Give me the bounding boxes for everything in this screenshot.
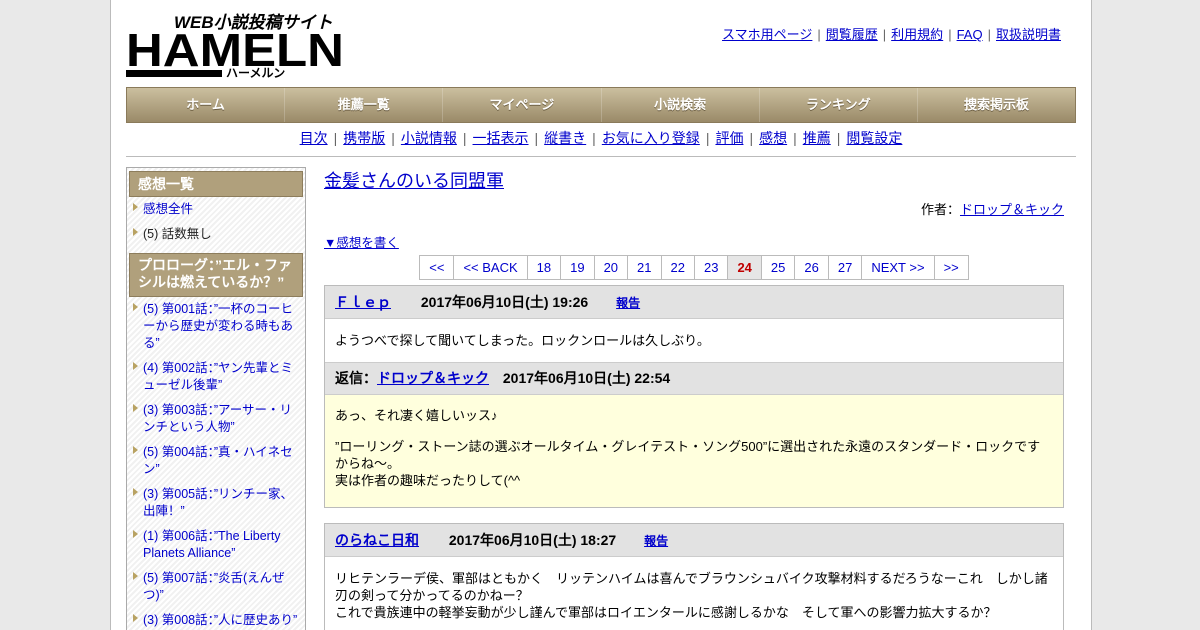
nav-ranking[interactable]: ランキング <box>759 88 918 122</box>
subnav-settings[interactable]: 閲覧設定 <box>846 130 902 146</box>
bullet-icon <box>133 614 138 622</box>
reply-body: あっ、それ凄く嬉しいッス♪ ”ローリング・ストーン誌の選ぶオールタイム・グレイテ… <box>325 395 1063 507</box>
bullet-icon <box>133 404 138 412</box>
page-current: 24 <box>728 255 762 280</box>
nav-recommend[interactable]: 推薦一覧 <box>285 88 444 122</box>
main-content: 金髪さんのいる同盟軍 作者：ドロップ＆キック ▼感想を書く << << BACK… <box>324 167 1064 630</box>
page-number[interactable]: 19 <box>561 255 595 280</box>
subnav-comments[interactable]: 感想 <box>759 130 787 146</box>
reply-author-link[interactable]: ドロップ＆キック <box>377 370 489 386</box>
sidebar-chapter[interactable]: (5) 第004話：”真・ハイネセン” <box>127 440 305 482</box>
nav-board[interactable]: 捜索掲示板 <box>917 88 1076 122</box>
bullet-icon <box>133 572 138 580</box>
nav-home[interactable]: ホーム <box>127 88 286 122</box>
author-line: 作者：ドロップ＆キック <box>920 202 1064 217</box>
link-terms[interactable]: 利用規約 <box>891 27 943 42</box>
commenter-name[interactable]: Ｆｌｅｐ <box>335 294 391 310</box>
page-number[interactable]: 23 <box>694 255 729 280</box>
sidebar-chapter[interactable]: (5) 第007話：”炎舌(えんぜつ)” <box>127 566 305 608</box>
comment-header: Ｆｌｅｐ 2017年06月10日(土) 19:26 報告 <box>325 286 1063 319</box>
subnav-info[interactable]: 小説情報 <box>401 130 457 146</box>
report-link[interactable]: 報告 <box>616 296 640 310</box>
author-link[interactable]: ドロップ＆キック <box>960 202 1064 217</box>
comment-body: リヒテンラーデ侯、軍部はともかく リッテンハイムは喜んでブラウンシュバイク攻撃材… <box>335 571 1048 620</box>
sidebar-heading: 感想一覧 <box>129 171 303 197</box>
main-nav: ホーム 推薦一覧 マイページ 小説検索 ランキング 捜索掲示板 <box>126 87 1076 123</box>
comment-card: のらねこ日和 2017年06月10日(土) 18:27 報告 リヒテンラーデ侯、… <box>324 523 1064 630</box>
bullet-icon <box>133 488 138 496</box>
comment-date: 2017年06月10日(土) 19:26 <box>420 294 589 310</box>
page-number[interactable]: 18 <box>527 255 562 280</box>
bullet-icon <box>133 362 138 370</box>
top-links: スマホ用ページ | 閲覧履歴 | 利用規約 | FAQ | 取扱説明書 <box>722 27 1061 42</box>
link-manual[interactable]: 取扱説明書 <box>996 27 1061 42</box>
bullet-icon <box>133 530 138 538</box>
nav-mypage[interactable]: マイページ <box>443 88 602 122</box>
page-number[interactable]: 21 <box>628 255 662 280</box>
page: WEB小説投稿サイト HAMELN ハーメルン スマホ用ページ | 閲覧履歴 | 利用規… <box>110 0 1092 630</box>
page-number[interactable]: 26 <box>795 255 829 280</box>
bullet-icon <box>133 228 138 236</box>
sidebar-item-no-episode: (5) 話数無し <box>127 222 305 247</box>
subnav-rating[interactable]: 評価 <box>715 130 743 146</box>
comment-date: 2017年06月10日(土) 18:27 <box>448 532 617 548</box>
page-number[interactable]: 22 <box>661 255 695 280</box>
page-number[interactable]: 27 <box>828 255 863 280</box>
sidebar-chapter[interactable]: (3) 第005話：”リンチー家、出陣！” <box>127 482 305 524</box>
report-link[interactable]: 報告 <box>644 534 668 548</box>
subnav-favorite[interactable]: お気に入り登録 <box>602 130 700 146</box>
subnav-all[interactable]: 一括表示 <box>473 130 529 146</box>
bullet-icon <box>133 303 138 311</box>
sidebar: 感想一覧 感想全件 (5) 話数無し プロローグ：”エル・ファシルは燃えているか… <box>126 167 306 630</box>
page-number[interactable]: 20 <box>594 255 629 280</box>
link-history[interactable]: 閲覧履歴 <box>826 27 878 42</box>
link-smartphone[interactable]: スマホ用ページ <box>722 27 812 42</box>
nav-search[interactable]: 小説検索 <box>601 88 760 122</box>
write-comment-link[interactable]: ▼感想を書く <box>324 236 399 250</box>
novel-subnav: 目次 | 携帯版 | 小説情報 | 一括表示 | 縦書き | お気に入り登録 | 評価 | 感想 | 推薦 | 閲覧… <box>299 130 903 146</box>
comment-card: Ｆｌｅｐ 2017年06月10日(土) 19:26 報告 ようつべで探して聞いて… <box>324 285 1064 508</box>
sidebar-chapter[interactable]: (4) 第002話：”ヤン先輩とミューゼル後輩” <box>127 356 305 398</box>
page-first[interactable]: << <box>419 255 455 280</box>
sidebar-chapter[interactable]: (3) 第008話：”人に歴史あり” <box>127 608 305 630</box>
subnav-mobile[interactable]: 携帯版 <box>343 130 385 146</box>
site-logo[interactable]: WEB小説投稿サイト HAMELN ハーメルン <box>126 10 346 80</box>
divider <box>126 156 1076 157</box>
comment-header: のらねこ日和 2017年06月10日(土) 18:27 報告 <box>325 524 1063 557</box>
link-faq[interactable]: FAQ <box>957 27 983 42</box>
subnav-vertical[interactable]: 縦書き <box>544 130 586 146</box>
page-number[interactable]: 25 <box>761 255 796 280</box>
sidebar-section-prologue[interactable]: プロローグ：”エル・ファシルは燃えているか？” <box>129 253 303 297</box>
logo-kana: ハーメルン <box>226 66 285 80</box>
reply-header: 返信：ドロップ＆キック 2017年06月10日(土) 22:54 <box>325 362 1063 395</box>
page-last[interactable]: >> <box>934 255 969 280</box>
page-back[interactable]: << BACK <box>454 255 528 280</box>
subnav-recommend[interactable]: 推薦 <box>803 130 831 146</box>
sidebar-item-all[interactable]: 感想全件 <box>127 197 305 222</box>
subnav-toc[interactable]: 目次 <box>300 130 328 146</box>
bullet-icon <box>133 446 138 454</box>
commenter-name[interactable]: のらねこ日和 <box>335 532 419 548</box>
pagination: << << BACK 18 19 20 21 22 23 24 25 26 27… <box>324 255 1064 280</box>
sidebar-chapter[interactable]: (1) 第006話：”The Liberty Planets Alliance” <box>127 524 305 566</box>
novel-title[interactable]: 金髪さんのいる同盟軍 <box>324 171 504 191</box>
page-next[interactable]: NEXT >> <box>862 255 935 280</box>
bullet-icon <box>133 203 138 211</box>
sidebar-chapter[interactable]: (5) 第001話：”一杯のコーヒーから歴史が変わる時もある” <box>127 297 305 356</box>
sidebar-chapter[interactable]: (3) 第003話：”アーサー・リンチという人物” <box>127 398 305 440</box>
reply-date: 2017年06月10日(土) 22:54 <box>502 370 671 386</box>
comment-body: ようつべで探して聞いてしまった。ロックンロールは久しぶり。 <box>335 333 710 348</box>
